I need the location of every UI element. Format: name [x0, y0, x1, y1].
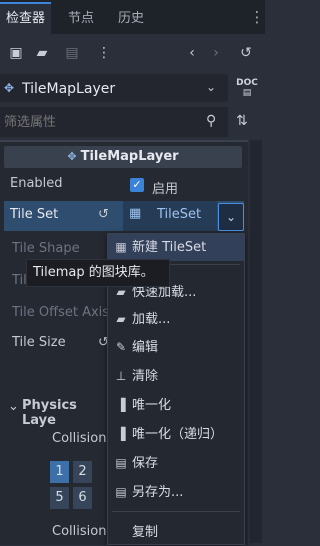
menu-item-load[interactable]: ▰ 加载... [108, 306, 244, 333]
filter-field[interactable]: ⚲ [0, 107, 228, 137]
layer-cell[interactable]: 2 [73, 461, 92, 483]
prop-label-tile-offset-axis: Tile Offset Axis [12, 305, 110, 320]
prop-label-collision: Collision [52, 524, 107, 539]
layer-grid[interactable]: 1 2 5 6 [46, 459, 110, 511]
menu-item-save-as[interactable]: ▤ 另存为... [108, 479, 244, 506]
tileset-value: TileSet [157, 207, 202, 222]
revert-icon[interactable]: ↺ [98, 207, 109, 222]
tilemaplayer-icon: ✥ [4, 81, 15, 95]
filter-input[interactable] [4, 107, 204, 137]
make-unique-recursive-icon: ▐ [116, 427, 126, 441]
enabled-value: 启用 [152, 182, 179, 197]
layer-cell[interactable]: 5 [50, 487, 69, 509]
tab-inspector[interactable]: 检查器 [0, 2, 52, 34]
section-header: ✥ TileMapLayer [4, 146, 242, 168]
menu-separator [112, 511, 240, 512]
physics-layer-header[interactable]: ⌄ Physics Laye [4, 394, 114, 428]
prop-label-collision: Collision [52, 431, 107, 446]
scrollbar[interactable] [250, 140, 262, 543]
object-selector-box[interactable]: ✥ TileMapLayer ⌄ [0, 74, 228, 102]
inspector-toolbar: ▣ ▰ ▤ ⋮ ‹ › ↺ [0, 34, 265, 72]
history-icon[interactable]: ↺ [236, 43, 256, 63]
tileset-resource-picker[interactable]: ▦ TileSet [123, 201, 217, 231]
object-selector-label: TileMapLayer [22, 81, 116, 97]
more-icon[interactable]: ⋮ [94, 43, 114, 63]
prop-label-enabled: Enabled [10, 176, 63, 191]
layer-cell[interactable]: 1 [50, 461, 69, 483]
filter-options-icon[interactable]: ⇅ [236, 113, 248, 129]
prop-label-tile-shape: Tile Shape [12, 241, 80, 256]
chevron-down-icon: ⌄ [206, 80, 217, 94]
menu-item-clear[interactable]: ⊥ 清除 [108, 363, 244, 390]
new-resource-icon[interactable]: ▣ [6, 43, 26, 63]
physics-layer-label: Physics Laye [22, 398, 77, 428]
menu-item-make-unique[interactable]: ▐ 唯一化 [108, 392, 244, 419]
clear-icon: ⊥ [115, 369, 127, 383]
new-tileset-icon: ▦ [115, 240, 127, 254]
save-as-icon: ▤ [115, 485, 127, 499]
load-icon: ▰ [116, 312, 126, 326]
prop-label-tileset: Tile Set [10, 207, 59, 222]
menu-item-save[interactable]: ▤ 保存 [108, 450, 244, 477]
save-icon: ▤ [115, 456, 127, 470]
menu-item-edit[interactable]: ✎ 编辑 [108, 334, 244, 361]
menu-item-make-unique-recursive[interactable]: ▐ 唯一化（递归） [108, 421, 244, 448]
enabled-checkbox[interactable]: ✓ [130, 178, 144, 192]
layer-cell[interactable]: 6 [73, 487, 92, 509]
tileset-icon: ▦ [129, 206, 142, 221]
object-selector[interactable]: ✥ TileMapLayer ⌄ DOC ▤ [0, 72, 265, 104]
back-icon[interactable]: ‹ [182, 43, 202, 63]
tileset-dropdown-button[interactable]: ⌄ [218, 203, 244, 231]
tooltip: Tilemap 的图块库。 [26, 259, 170, 287]
make-unique-icon: ▐ [116, 398, 126, 412]
doc-button[interactable]: DOC ▤ [236, 78, 258, 98]
edit-icon: ✎ [115, 340, 127, 354]
menu-item-new-tileset[interactable]: ▦ 新建 TileSet [108, 234, 244, 261]
tab-node[interactable]: 节点 [62, 4, 100, 34]
tab-history[interactable]: 历史 [112, 4, 150, 34]
prop-label-tile-size: Tile Size [12, 335, 66, 350]
forward-icon[interactable]: › [206, 43, 226, 63]
tab-menu-icon[interactable]: ⋮ [249, 6, 265, 28]
search-icon: ⚲ [206, 113, 217, 129]
menu-item-copy[interactable]: 复制 [108, 519, 244, 546]
chevron-down-icon: ⌄ [8, 399, 19, 414]
dock-tab-bar: 检查器 节点 历史 ⋮ [0, 0, 265, 34]
tilemaplayer-icon: ✥ [67, 150, 77, 163]
open-folder-icon[interactable]: ▰ [32, 43, 52, 63]
save-icon[interactable]: ▤ [62, 43, 82, 63]
